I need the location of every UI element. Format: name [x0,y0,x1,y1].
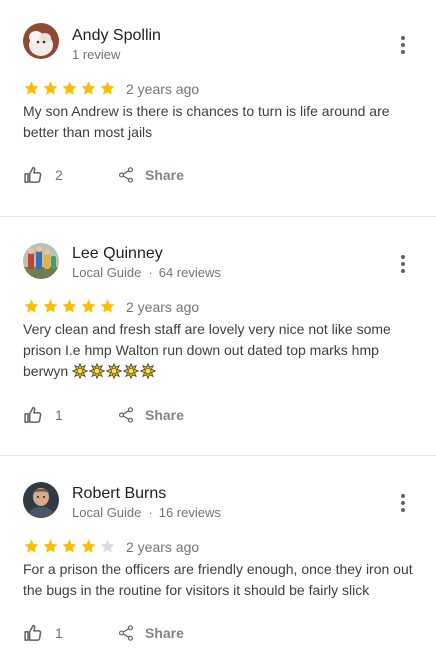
like-count: 1 [55,407,63,423]
star-icon [99,298,116,315]
reviewer-name[interactable]: Andy Spollin [72,27,161,45]
review-count: 16 reviews [158,505,221,520]
more-vert-icon [401,255,405,259]
sparkle-emoji-icon [72,363,88,379]
sparkle-emoji-icon [123,363,139,379]
rating-row: 2 years ago [23,538,199,555]
share-button[interactable]: Share [117,406,184,424]
star-rating [23,80,116,97]
like-count: 1 [55,625,63,641]
review-count: 1 review [72,47,121,62]
review-text: My son Andrew is there is chances to tur… [23,103,390,140]
share-label: Share [145,407,184,423]
emoji-group [72,363,156,379]
more-options-button[interactable] [396,493,410,513]
star-rating [23,298,116,315]
star-icon [42,298,59,315]
thumbs-up-icon [23,623,43,643]
share-button[interactable]: Share [117,624,184,642]
share-icon [117,166,135,184]
review-card: Robert Burns Local Guide · 16 reviews 2 ye… [0,456,436,665]
avatar[interactable] [23,243,59,279]
review-date: 2 years ago [126,298,200,315]
review-count: 64 reviews [158,265,221,280]
review-date: 2 years ago [126,80,200,97]
separator-dot: · [148,505,153,520]
sparkle-emoji-icon [89,363,105,379]
star-rating [23,538,116,555]
review-actions: 1 Share [23,623,184,643]
star-icon [61,298,78,315]
star-icon [23,538,40,555]
share-label: Share [145,625,184,641]
star-empty-icon [99,538,116,555]
sparkle-emoji-icon [140,363,156,379]
separator-dot: · [148,265,153,280]
reviewer-meta: Local Guide · 16 reviews [72,505,221,520]
like-button[interactable]: 1 [23,623,75,643]
avatar[interactable] [23,482,59,518]
rating-row: 2 years ago [23,80,199,97]
review-text: For a prison the officers are friendly e… [23,561,413,598]
review-actions: 1 Share [23,405,184,425]
more-options-button[interactable] [396,35,410,55]
thumbs-up-icon [23,165,43,185]
like-button[interactable]: 2 [23,165,75,185]
like-button[interactable]: 1 [23,405,75,425]
star-icon [61,80,78,97]
local-guide-label: Local Guide [72,505,142,520]
star-icon [61,538,78,555]
reviewer-name[interactable]: Lee Quinney [72,245,163,263]
share-icon [117,624,135,642]
share-label: Share [145,167,184,183]
star-icon [80,538,97,555]
sparkle-emoji-icon [106,363,122,379]
more-vert-icon [401,494,405,498]
star-icon [80,80,97,97]
share-icon [117,406,135,424]
man-portrait-photo-icon [23,482,59,518]
review-actions: 2 Share [23,165,184,185]
rating-row: 2 years ago [23,298,199,315]
star-icon [23,298,40,315]
star-icon [80,298,97,315]
star-icon [99,80,116,97]
like-count: 2 [55,167,63,183]
thumbs-up-icon [23,405,43,425]
review-text: Very clean and fresh staff are lovely ve… [23,319,418,382]
more-vert-icon [401,36,405,40]
review-card: Andy Spollin 1 review 2 years ago My son… [0,0,436,217]
reviewer-name[interactable]: Robert Burns [72,485,166,503]
more-options-button[interactable] [396,254,410,274]
star-icon [23,80,40,97]
local-guide-label: Local Guide [72,265,142,280]
star-icon [42,538,59,555]
share-button[interactable]: Share [117,166,184,184]
avatar[interactable] [23,23,59,59]
review-date: 2 years ago [126,538,200,555]
reviewer-meta: 1 review [72,47,120,62]
review-card: Lee Quinney Local Guide · 64 reviews 2 yea… [0,217,436,456]
reviewer-meta: Local Guide · 64 reviews [72,265,221,280]
white-dog-photo-icon [23,23,59,59]
toy-figures-photo-icon [23,243,59,279]
star-icon [42,80,59,97]
